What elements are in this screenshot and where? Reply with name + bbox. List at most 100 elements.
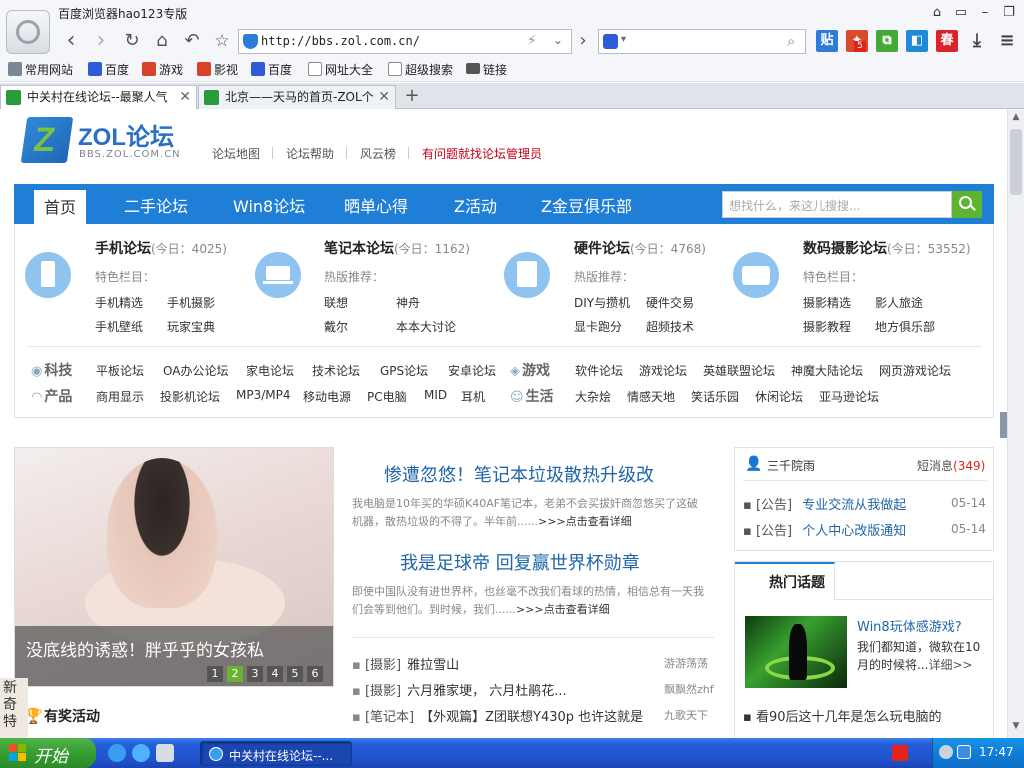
category-link[interactable]: 英雄联盟论坛 <box>703 362 775 379</box>
tray-network-icon[interactable] <box>957 745 971 759</box>
bookmark-item[interactable]: 网址大全 <box>308 61 373 79</box>
shirt-skin-icon[interactable]: ⌂ <box>926 3 948 23</box>
forum-link[interactable]: 超频技术 <box>646 318 694 335</box>
toplink-admin[interactable]: 有问题就找论坛管理员 <box>422 145 542 162</box>
bookmark-item[interactable]: 百度 <box>251 61 292 79</box>
back-button[interactable]: ‹ <box>58 29 84 55</box>
show-desktop-icon[interactable] <box>156 744 174 762</box>
search-icon[interactable]: ⌕ <box>787 32 795 50</box>
scroll-thumb[interactable] <box>1010 129 1022 195</box>
notice-row[interactable]: ▪ [公告] 专业交流从我做起 <box>743 494 906 513</box>
forum-name[interactable]: 硬件论坛(今日：4768) <box>574 238 706 258</box>
site-brand[interactable]: ZOL论坛 <box>78 117 174 152</box>
forum-link[interactable]: 影人旅途 <box>875 294 923 311</box>
category-link[interactable]: 网页游戏论坛 <box>879 362 951 379</box>
forum-link[interactable]: 神舟 <box>396 294 420 311</box>
hero-caption[interactable]: 没底线的诱惑！胖乎乎的女孩私 <box>26 636 264 661</box>
category-link[interactable]: 平板论坛 <box>96 362 144 379</box>
slider-page-active[interactable]: 2 <box>227 666 243 682</box>
category-link[interactable]: 安卓论坛 <box>448 362 496 379</box>
slider-page[interactable]: 5 <box>287 666 303 682</box>
category-link[interactable]: 家电论坛 <box>246 362 294 379</box>
forum-link[interactable]: 显卡跑分 <box>574 318 622 335</box>
category-link[interactable]: 亚马逊论坛 <box>819 388 879 405</box>
minimize-button[interactable]: – <box>974 3 996 23</box>
paw-icon[interactable] <box>603 34 618 49</box>
maximize-button[interactable]: ❐ <box>998 3 1020 23</box>
search-box[interactable]: ▾ ⌕ <box>598 29 806 54</box>
side-collapse-handle[interactable] <box>1000 412 1007 438</box>
category-link[interactable]: 休闲论坛 <box>755 388 803 405</box>
forum-link[interactable]: 摄影精选 <box>803 294 851 311</box>
bookmark-item[interactable]: 常用网站 <box>8 61 73 79</box>
clock[interactable]: 17:47 <box>979 745 1014 759</box>
vertical-scrollbar[interactable]: ▲ ▼ <box>1007 109 1024 738</box>
bookmark-item[interactable]: 游戏 <box>142 61 183 79</box>
hero-slider[interactable]: 没底线的诱惑！胖乎乎的女孩私 1 2 3 4 5 6 <box>14 447 334 687</box>
close-tab-icon[interactable]: ✕ <box>378 86 390 108</box>
forum-name[interactable]: 数码摄影论坛(今日：53552) <box>803 238 971 258</box>
scroll-up-icon[interactable]: ▲ <box>1010 112 1022 124</box>
crop-icon[interactable]: ⧉ <box>876 30 898 52</box>
address-forward-icon[interactable]: › <box>570 29 596 55</box>
category-link[interactable]: 耳机 <box>461 388 485 405</box>
article-headline[interactable]: 我是足球帝 回复赢世界杯勋章 <box>400 549 640 575</box>
category-link[interactable]: GPS论坛 <box>380 362 428 379</box>
category-link[interactable]: 神魔大陆论坛 <box>791 362 863 379</box>
category-link[interactable]: 情感天地 <box>627 388 675 405</box>
sogou-icon[interactable] <box>892 745 908 761</box>
nav-win8[interactable]: Win8论坛 <box>233 193 305 217</box>
article-more-link[interactable]: >>>点击查看详细 <box>538 515 632 528</box>
lightning-icon[interactable]: ⚡ <box>527 33 537 49</box>
tab-tianma-home[interactable]: 北京——天马的首页-ZOL个 ✕ <box>198 85 396 109</box>
forum-link[interactable]: 手机摄影 <box>167 294 215 311</box>
start-button[interactable]: 开始 <box>0 738 96 768</box>
nav-home[interactable]: 首页 <box>34 190 87 224</box>
slider-page[interactable]: 3 <box>247 666 263 682</box>
user-name[interactable]: 三千院雨 <box>767 457 815 474</box>
spring-icon[interactable]: 春 <box>936 30 958 52</box>
nav-share[interactable]: 晒单心得 <box>344 193 408 217</box>
category-link[interactable]: 游戏论坛 <box>639 362 687 379</box>
category-link[interactable]: 投影机论坛 <box>160 388 220 405</box>
hot-topic-title[interactable]: Win8玩体感游戏? <box>857 616 962 635</box>
forum-link[interactable]: 戴尔 <box>324 318 348 335</box>
article-more-link[interactable]: >>>点击查看详细 <box>516 603 610 616</box>
forum-link[interactable]: 手机精选 <box>95 294 143 311</box>
article-headline[interactable]: 惨遭忽悠！笔记本垃圾散热升级改 <box>384 461 654 487</box>
new-tab-icon[interactable]: + <box>400 85 424 107</box>
forum-link[interactable]: 联想 <box>324 294 348 311</box>
site-search-input[interactable]: 想找什么，来这儿搜搜... <box>722 191 952 218</box>
forum-name[interactable]: 笔记本论坛(今日：1162) <box>324 238 470 258</box>
toplink-forum-map[interactable]: 论坛地图 <box>212 145 260 162</box>
activity-heading[interactable]: 有奖活动 <box>44 706 100 726</box>
category-link[interactable]: MID <box>424 388 447 402</box>
taskbar-item-browser[interactable]: 中关村在线论坛--... <box>200 741 352 766</box>
forward-button[interactable]: › <box>88 29 114 55</box>
bookmark-item[interactable]: 百度 <box>88 61 129 79</box>
nav-z-club[interactable]: Z金豆俱乐部 <box>541 193 632 217</box>
menu-icon[interactable]: ▭ <box>950 3 972 23</box>
post-row[interactable]: ▪ [摄影] 雅拉雪山 游游荡荡 <box>352 654 708 673</box>
message-link[interactable]: 短消息(349) <box>917 457 985 474</box>
forum-name[interactable]: 手机论坛(今日：4025) <box>95 238 227 258</box>
address-bar[interactable]: http://bbs.zol.com.cn/ ⚡ ⌄ <box>238 29 572 54</box>
hot-topic-image[interactable] <box>745 616 847 688</box>
post-row[interactable]: ▪ [笔记本] 【外观篇】Z团联想Y430p 也许这就是 九歌天下 <box>352 706 708 725</box>
home-icon[interactable]: ⌂ <box>149 29 175 55</box>
bookmark-item[interactable]: 影视 <box>197 61 238 79</box>
site-search-button[interactable] <box>952 191 982 218</box>
ie-icon[interactable] <box>108 744 126 762</box>
category-link[interactable]: PC电脑 <box>367 388 407 405</box>
notice-row[interactable]: ▪ [公告] 个人中心改版通知 <box>743 520 906 539</box>
toplink-ranking[interactable]: 风云榜 <box>360 145 396 162</box>
slider-page[interactable]: 4 <box>267 666 283 682</box>
category-link[interactable]: 移动电源 <box>303 388 351 405</box>
tab-zol-forum[interactable]: 中关村在线论坛--最聚人气 ✕ <box>0 85 197 110</box>
forum-link[interactable]: DIY与攒机 <box>574 294 630 311</box>
slider-page[interactable]: 6 <box>307 666 323 682</box>
share-icon[interactable]: ◧ <box>906 30 928 52</box>
tray-app-icon[interactable] <box>939 745 953 759</box>
slider-page[interactable]: 1 <box>207 666 223 682</box>
undo-icon[interactable]: ↶ <box>179 29 205 55</box>
